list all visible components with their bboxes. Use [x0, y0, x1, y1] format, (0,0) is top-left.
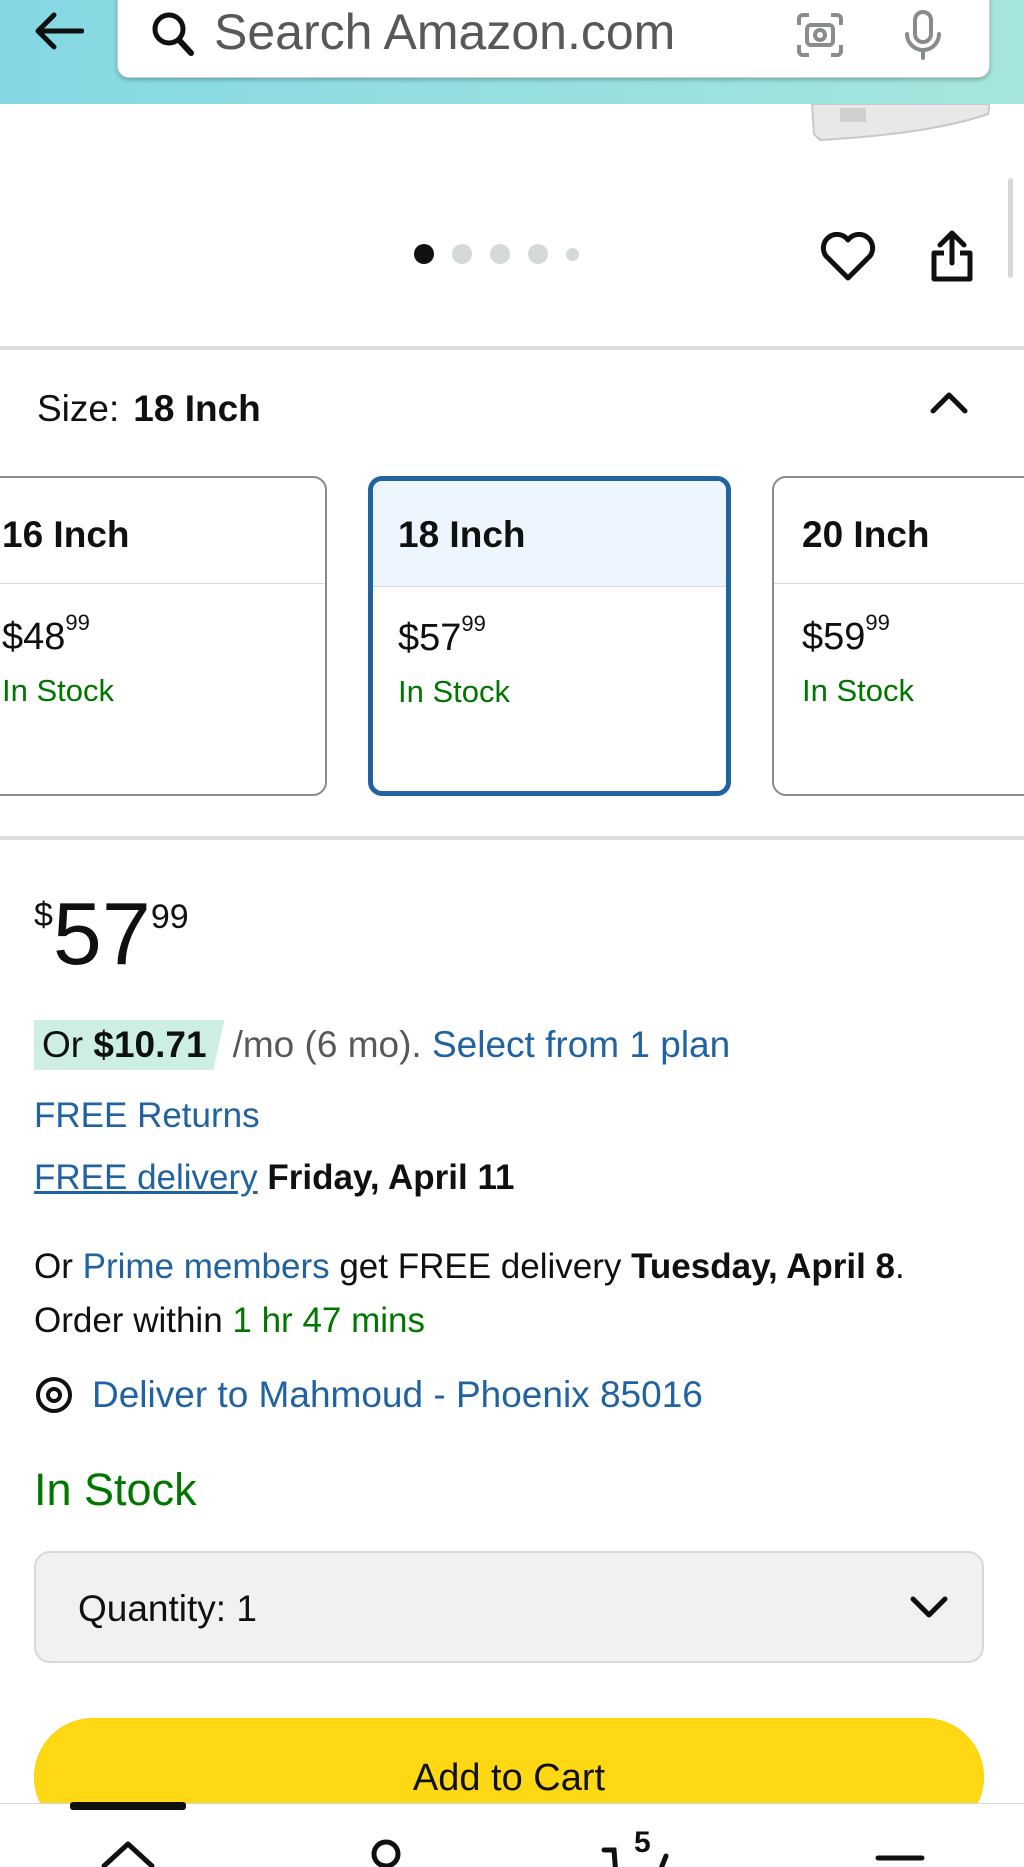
search-input[interactable]	[214, 3, 694, 61]
carousel-dot[interactable]	[490, 244, 510, 264]
menu-icon[interactable]	[870, 1836, 930, 1867]
size-option-16-inch[interactable]: 16 Inch $4899 In Stock	[0, 476, 327, 796]
carousel-dot[interactable]	[414, 244, 434, 264]
add-to-cart-label: Add to Cart	[412, 1757, 606, 1799]
product-image[interactable]	[810, 103, 992, 144]
quantity-label-text: Quantity:	[78, 1588, 227, 1629]
price-cents: 99	[461, 611, 486, 636]
search-icon	[146, 7, 200, 61]
prime-delivery-info: Or Prime members get FREE delivery Tuesd…	[34, 1240, 984, 1348]
size-option-18-inch[interactable]: 18 Inch $5799 In Stock	[368, 476, 731, 796]
size-option-20-inch[interactable]: 20 Inch $5999 In Stock	[772, 476, 1024, 796]
cart-icon[interactable]: 5	[598, 1826, 688, 1867]
scrollbar[interactable]	[1008, 178, 1013, 278]
installment-offer: Or $10.71 /mo (6 mo). Select from 1 plan	[34, 1020, 730, 1070]
size-option-name: 20 Inch	[774, 478, 1024, 584]
size-label-text: Size:	[37, 388, 120, 429]
microphone-icon[interactable]	[895, 7, 951, 63]
free-returns-link[interactable]: FREE Returns	[34, 1096, 260, 1136]
prime-members-link[interactable]: Prime members	[83, 1247, 330, 1286]
size-option-stock: In Stock	[398, 674, 510, 709]
camera-icon[interactable]	[790, 7, 850, 63]
deliver-to-text: Deliver to Mahmoud - Phoenix 85016	[92, 1374, 703, 1415]
chevron-down-icon	[904, 1583, 954, 1633]
installment-highlight: Or $10.71	[34, 1020, 225, 1070]
carousel-dot[interactable]	[452, 244, 472, 264]
price-cents: 99	[150, 898, 189, 936]
prime-delivery-date: Tuesday, April 8	[631, 1247, 896, 1286]
free-delivery-link[interactable]: FREE delivery	[34, 1158, 258, 1197]
price-dollars: $57	[398, 617, 462, 659]
size-option-name: 16 Inch	[0, 478, 325, 584]
product-price: $5799	[34, 890, 189, 978]
quantity-label: Quantity: 1	[78, 1588, 257, 1630]
quantity-value: 1	[236, 1588, 257, 1629]
installment-amount: $10.71	[93, 1024, 207, 1065]
back-arrow-icon[interactable]	[28, 6, 88, 56]
price-cents: 99	[65, 610, 90, 635]
quantity-dropdown[interactable]: Quantity: 1	[34, 1551, 984, 1663]
order-countdown: 1 hr 47 mins	[232, 1301, 425, 1340]
active-tab-indicator	[70, 1802, 186, 1810]
deliver-to-location[interactable]: Deliver to Mahmoud - Phoenix 85016	[34, 1374, 703, 1416]
prime-middle: get FREE delivery	[339, 1247, 622, 1286]
share-icon[interactable]	[924, 226, 980, 286]
bottom-nav: 5	[0, 1802, 1024, 1867]
installment-or: Or	[42, 1024, 84, 1065]
size-selected-value: 18 Inch	[133, 388, 261, 429]
delivery-info: FREE delivery Friday, April 11	[34, 1158, 514, 1198]
stock-status: In Stock	[34, 1464, 197, 1515]
chevron-up-icon[interactable]	[924, 378, 974, 426]
size-option-price: $5999	[774, 584, 1024, 659]
prime-prefix: Or	[34, 1247, 73, 1286]
delivery-date: Friday, April 11	[267, 1158, 515, 1197]
cart-badge: 5	[634, 1826, 651, 1859]
price-dollars: $48	[2, 616, 66, 658]
location-pin-icon	[34, 1375, 74, 1415]
carousel-dot[interactable]	[566, 247, 579, 261]
home-icon[interactable]	[98, 1836, 158, 1867]
size-option-price: $5799	[373, 587, 726, 660]
size-option-stock: In Stock	[2, 673, 114, 708]
size-option-stock: In Stock	[802, 673, 914, 708]
image-carousel-dots	[414, 244, 579, 264]
price-cents: 99	[865, 610, 890, 635]
search-box[interactable]	[117, 0, 990, 78]
profile-icon[interactable]	[356, 1836, 416, 1867]
size-option-name: 18 Inch	[373, 481, 726, 587]
installment-term: /mo (6 mo).	[232, 1024, 422, 1065]
header-bar	[0, 0, 1024, 104]
heart-icon[interactable]	[818, 229, 878, 285]
price-dollars: 57	[52, 884, 151, 983]
size-option-price: $4899	[0, 584, 325, 659]
divider	[0, 836, 1024, 840]
divider	[0, 346, 1024, 350]
select-plan-link[interactable]: Select from 1 plan	[432, 1024, 730, 1066]
carousel-dot[interactable]	[528, 244, 548, 264]
price-currency: $	[34, 896, 53, 934]
price-dollars: $59	[802, 616, 866, 658]
size-label: Size: 18 Inch	[37, 388, 261, 430]
